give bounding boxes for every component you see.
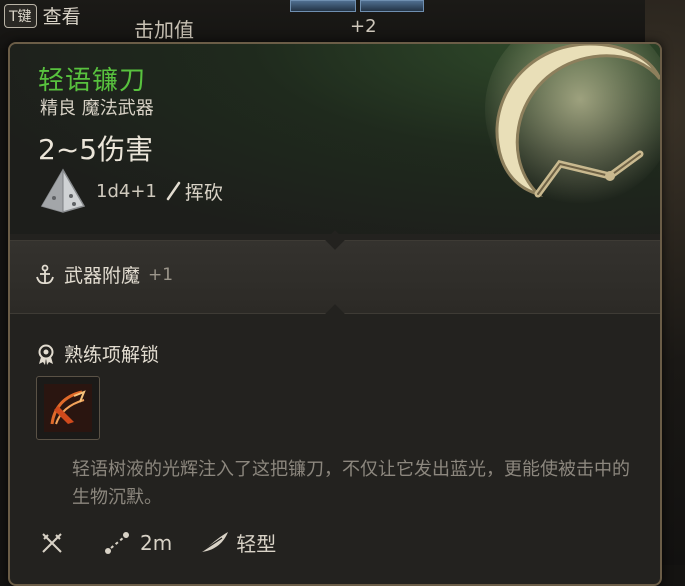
slash-icon: [166, 181, 181, 201]
t-key-badge: T键: [4, 3, 37, 28]
enchantment-label: 武器附魔: [64, 265, 141, 287]
dice-icon: [40, 168, 86, 213]
examine-hint[interactable]: T键 查看: [4, 2, 81, 29]
enchantment-row: 武器附魔 +1: [34, 261, 173, 288]
range-icon: [105, 531, 129, 554]
sickle-weapon-icon: [485, 44, 660, 204]
proficiency-unlock-label: 熟练项解锁: [64, 344, 160, 366]
weight-class: 轻型: [236, 532, 277, 556]
attack-bonus-label: 击加值: [134, 18, 194, 42]
feather-icon: [197, 531, 229, 554]
weapon-action-slot[interactable]: [36, 376, 100, 440]
medal-icon: [38, 344, 54, 365]
anchor-icon: [36, 264, 54, 284]
skill-icon: [44, 384, 92, 432]
tooltip-header: 轻语镰刀 精良 魔法武器 2~5伤害 1d4+1 挥砍: [10, 44, 660, 234]
damage-dice: 1d4+1: [96, 180, 157, 202]
item-rarity-type: 精良 魔法武器: [40, 98, 154, 119]
item-name: 轻语镰刀: [38, 66, 147, 96]
item-description: 轻语树液的光辉注入了这把镰刀，不仅让它发出蓝光，更能使被击中的生物沉默。: [72, 459, 630, 508]
bonus-value: +2: [350, 16, 377, 37]
crossed-swords-icon: [42, 532, 62, 553]
background-item-thumb: [360, 0, 424, 12]
damage-dice-row: 1d4+1 挥砍: [38, 168, 223, 214]
enchantment-section: 武器附魔 +1: [10, 230, 660, 324]
divider-notch: [325, 304, 345, 324]
damage-range: 2~5伤害: [38, 133, 154, 166]
item-tooltip: 轻语镰刀 精良 魔法武器 2~5伤害 1d4+1 挥砍 武器附魔 +1 熟练项解…: [8, 42, 662, 586]
examine-label: 查看: [42, 6, 81, 28]
damage-type: 挥砍: [184, 181, 223, 204]
item-properties-row: 2m 轻型: [40, 528, 276, 557]
background-item-thumb: [290, 0, 356, 12]
enchantment-value: +1: [148, 264, 174, 285]
proficiency-unlock-row: 熟练项解锁: [36, 340, 159, 367]
range-value: 2m: [140, 530, 173, 555]
